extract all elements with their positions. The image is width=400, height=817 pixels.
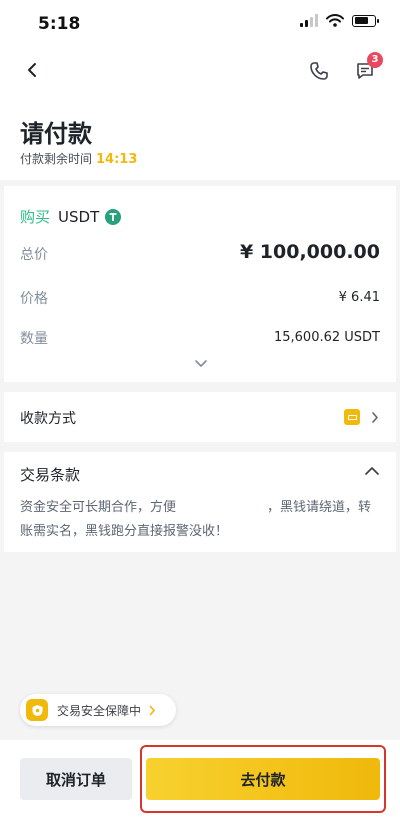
payment-timer: 付款剩余时间 14:13: [20, 150, 137, 167]
chevron-down-icon: [195, 359, 207, 367]
chevron-right-icon: [370, 409, 380, 425]
signal-icon: [300, 14, 318, 27]
payment-screen: 5:18 3 请付款 付款剩余时间 14:13 购买 USDT 总价 ¥ 100…: [0, 0, 400, 817]
order-details-card: 购买 USDT 总价 ¥ 100,000.00 价格 ¥ 6.41 数量 15,…: [4, 186, 396, 382]
payment-method-row[interactable]: 收款方式: [4, 392, 396, 442]
quantity-value: 15,600.62 USDT: [273, 330, 380, 345]
chevron-up-icon: [365, 467, 379, 475]
battery-icon: [352, 14, 379, 27]
trade-terms-section: 交易条款 资金安全可长期合作，方便 ，黑钱请绕道，转账需实名，黑钱跑分直接报警没…: [4, 452, 396, 552]
timer-label: 付款剩余时间: [20, 152, 93, 166]
shield-icon: [26, 699, 48, 721]
back-button[interactable]: [20, 58, 44, 82]
timer-value: 14:13: [96, 152, 138, 167]
terms-title: 交易条款: [20, 466, 81, 484]
quantity-label: 数量: [20, 331, 48, 347]
price-label: 价格: [20, 291, 48, 307]
wallet-icon: [344, 409, 360, 425]
call-button[interactable]: [306, 58, 332, 84]
price-value: ¥ 6.41: [338, 290, 380, 305]
wifi-icon: [326, 14, 344, 27]
total-label: 总价: [20, 247, 48, 263]
message-badge: 3: [367, 52, 383, 68]
tether-icon: [105, 208, 122, 225]
back-arrow-icon: [28, 63, 36, 77]
order-side-row: 购买 USDT: [20, 206, 122, 227]
highlight-annotation: [140, 745, 386, 813]
total-value: ¥ 100,000.00: [239, 241, 380, 263]
status-time: 5:18: [38, 14, 81, 34]
terms-text: 资金安全可长期合作，方便 ，黑钱请绕道，转账需实名，黑钱跑分直接报警没收！: [20, 500, 372, 539]
safety-guarantee-pill[interactable]: 交易安全保障中: [20, 694, 176, 726]
status-bar: 5:18: [0, 0, 400, 48]
payment-method-label: 收款方式: [20, 411, 76, 427]
page-title: 请付款: [20, 120, 92, 148]
cancel-order-button[interactable]: 取消订单: [20, 758, 132, 800]
status-indicators: [300, 14, 379, 27]
phone-icon: [310, 62, 328, 80]
order-side-label: 购买: [20, 208, 51, 226]
pill-chevron-icon: [149, 704, 157, 716]
safety-label: 交易安全保障中: [57, 703, 142, 718]
asset-label: USDT: [58, 207, 100, 226]
expand-details-button[interactable]: [192, 356, 210, 370]
collapse-terms-button[interactable]: [362, 464, 382, 478]
page-header: 3 请付款 付款剩余时间 14:13: [0, 48, 400, 180]
